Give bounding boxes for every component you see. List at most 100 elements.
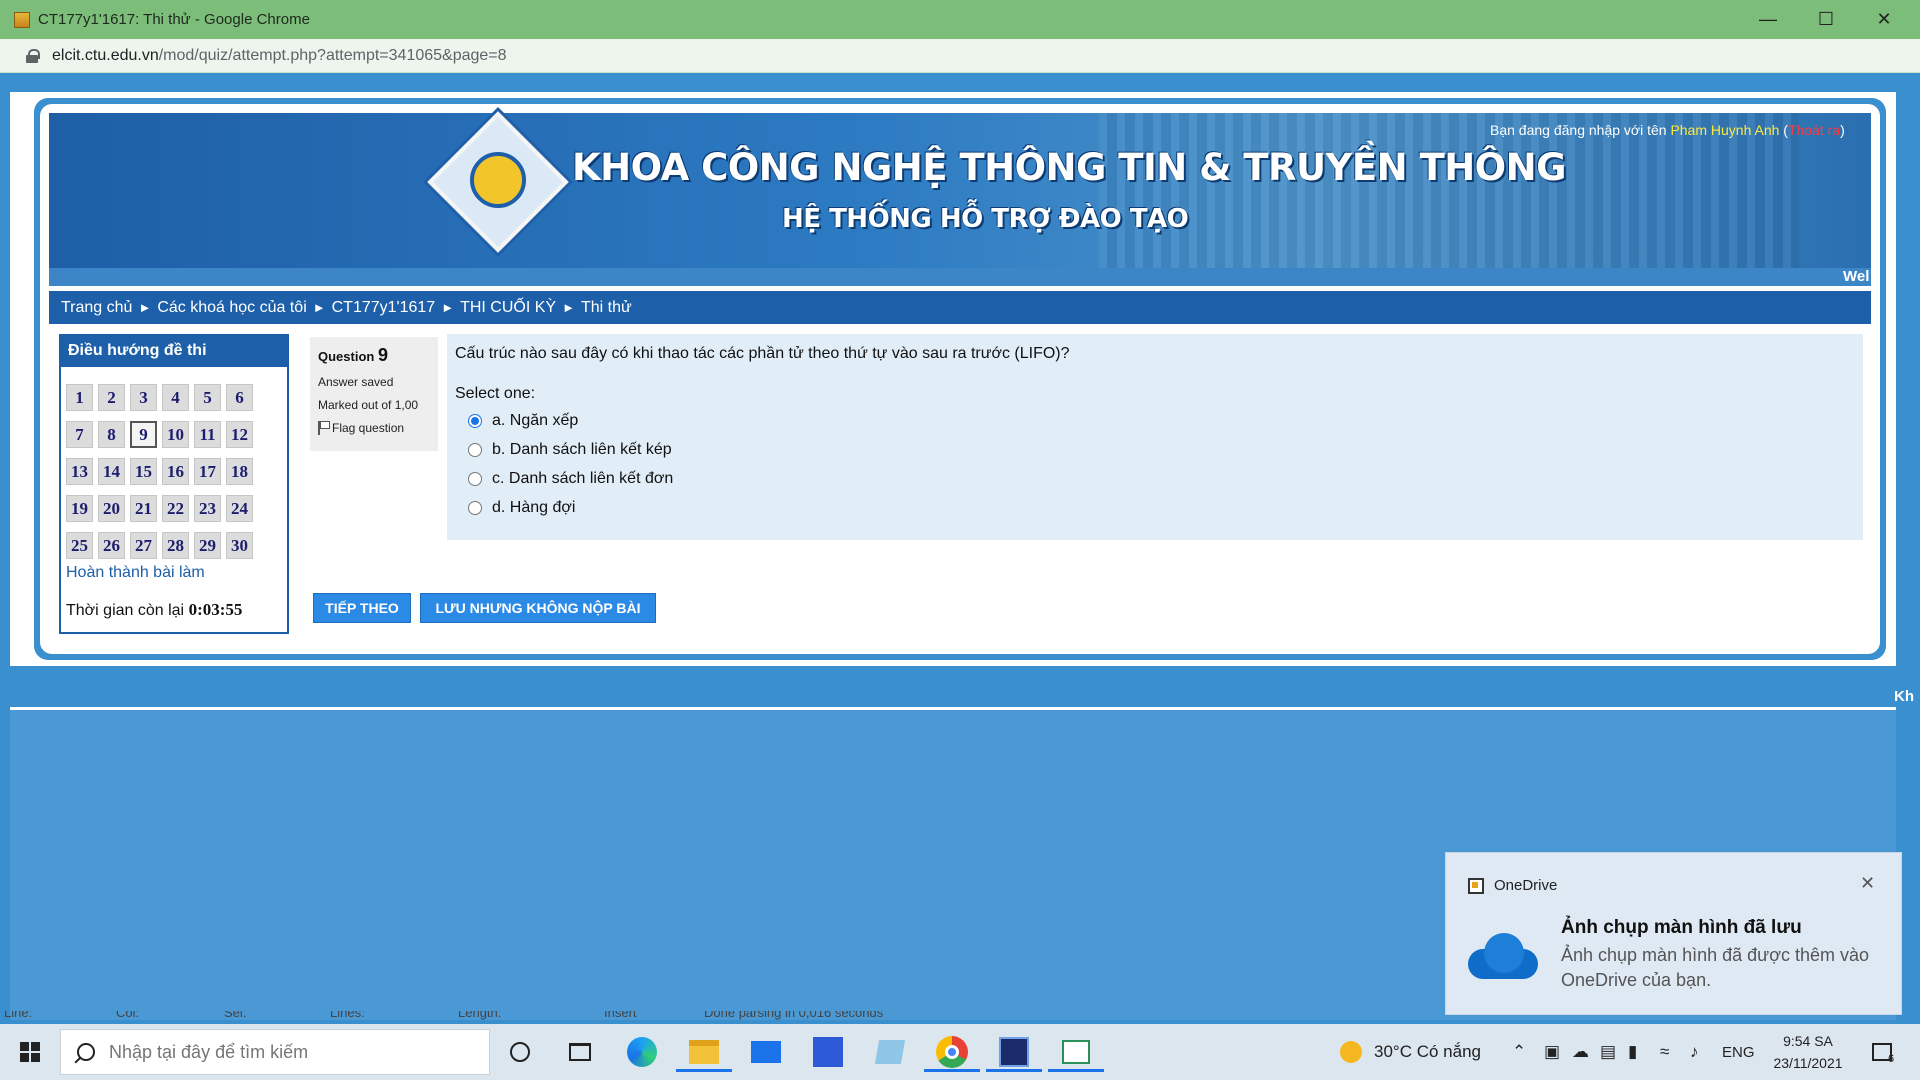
volume-icon[interactable]: ♪ xyxy=(1690,1024,1699,1080)
question-nav-button[interactable]: 21 xyxy=(130,495,157,522)
notification-center-icon[interactable]: 6 xyxy=(1872,1024,1894,1080)
system-clock[interactable]: 9:54 SA 23/11/2021 xyxy=(1763,1030,1853,1074)
banner-decoration xyxy=(1099,113,1799,283)
question-nav-button[interactable]: 17 xyxy=(194,458,221,485)
status-sel: Sel: xyxy=(224,1011,247,1020)
question-nav-button[interactable]: 14 xyxy=(98,458,125,485)
login-user-link[interactable]: Pham Huynh Anh xyxy=(1670,122,1779,138)
notification-close-icon[interactable]: ✕ xyxy=(1860,873,1875,894)
taskbar-search[interactable] xyxy=(60,1029,490,1075)
question-nav-button[interactable]: 7 xyxy=(66,421,93,448)
question-nav-button[interactable]: 28 xyxy=(162,532,189,559)
weather-widget[interactable]: 30°C Có nắng xyxy=(1340,1024,1481,1080)
answer-option[interactable]: d. Hàng đợi xyxy=(455,496,1855,519)
question-nav-button[interactable]: 2 xyxy=(98,384,125,411)
answer-option[interactable]: a. Ngăn xếp xyxy=(455,409,1855,432)
app-window-icon[interactable] xyxy=(1048,1032,1104,1072)
flag-question-label[interactable]: Flag question xyxy=(332,421,404,435)
question-nav-button[interactable]: 15 xyxy=(130,458,157,485)
wifi-icon[interactable]: ≈ xyxy=(1660,1024,1669,1080)
banner-marquee-text: Wel xyxy=(1843,268,1870,285)
question-nav-button[interactable]: 6 xyxy=(226,384,253,411)
question-nav-button[interactable]: 8 xyxy=(98,421,125,448)
close-icon[interactable]: ✕ xyxy=(1856,0,1912,39)
answer-radio[interactable] xyxy=(468,442,482,457)
dev-cpp-icon[interactable] xyxy=(986,1032,1042,1072)
meet-now-icon[interactable]: ▣ xyxy=(1544,1024,1560,1080)
answer-radio[interactable] xyxy=(468,500,482,515)
lock-icon[interactable] xyxy=(26,48,40,63)
url-text[interactable]: elcit.ctu.edu.vn/mod/quiz/attempt.php?at… xyxy=(52,47,507,65)
file-explorer-icon[interactable] xyxy=(676,1032,732,1072)
flag-question-toggle[interactable]: Flag question xyxy=(318,421,430,435)
minimize-icon[interactable]: — xyxy=(1740,0,1796,39)
question-nav-button[interactable]: 19 xyxy=(66,495,93,522)
language-indicator[interactable]: ENG xyxy=(1722,1024,1755,1080)
answer-label[interactable]: a. Ngăn xếp xyxy=(492,412,578,430)
flag-icon[interactable] xyxy=(318,421,330,435)
answer-label[interactable]: d. Hàng đợi xyxy=(492,499,575,517)
display-tray-icon[interactable]: ▤ xyxy=(1600,1024,1616,1080)
login-info: Bạn đang đăng nhập với tên Pham Huynh An… xyxy=(1490,122,1845,138)
maximize-icon[interactable]: ☐ xyxy=(1798,0,1854,39)
notepad-icon[interactable] xyxy=(870,1032,910,1072)
search-icon[interactable] xyxy=(77,1043,95,1061)
question-nav-button[interactable]: 20 xyxy=(98,495,125,522)
breadcrumb-item-my-courses[interactable]: Các khoá học của tôi xyxy=(157,299,306,317)
breadcrumb-item-home[interactable]: Trang chủ xyxy=(61,299,132,317)
answer-radio[interactable] xyxy=(468,413,482,428)
question-nav-button[interactable]: 11 xyxy=(194,421,221,448)
question-nav-button[interactable]: 12 xyxy=(226,421,253,448)
save-without-submit-button[interactable]: LƯU NHƯNG KHÔNG NỘP BÀI xyxy=(420,593,656,623)
taskbar-search-input[interactable] xyxy=(109,1041,469,1063)
weather-text: 30°C Có nắng xyxy=(1374,1042,1481,1061)
finish-attempt-link[interactable]: Hoàn thành bài làm xyxy=(66,564,205,582)
question-nav-button[interactable]: 10 xyxy=(162,421,189,448)
question-nav-button[interactable]: 4 xyxy=(162,384,189,411)
answer-option[interactable]: b. Danh sách liên kết kép xyxy=(455,438,1855,461)
question-nav-button[interactable]: 16 xyxy=(162,458,189,485)
visual-studio-icon[interactable] xyxy=(808,1032,848,1072)
edge-icon[interactable] xyxy=(622,1032,662,1072)
onedrive-tray-icon[interactable]: ☁ xyxy=(1572,1024,1589,1080)
status-parse: Done parsing in 0,016 seconds xyxy=(704,1011,884,1020)
question-nav-button[interactable]: 25 xyxy=(66,532,93,559)
question-nav-button[interactable]: 5 xyxy=(194,384,221,411)
next-page-button[interactable]: TIẾP THEO xyxy=(313,593,411,623)
answer-label[interactable]: b. Danh sách liên kết kép xyxy=(492,441,672,459)
quiz-navigation-block: Điều hướng đề thi 1 2 3 4 5 6 7 8 9 10 11 12 13 14 15 1… xyxy=(59,334,289,634)
question-nav-button[interactable]: 13 xyxy=(66,458,93,485)
question-number: Question 9 xyxy=(318,345,388,365)
background-app-statusbar: Line: Col: Sel: Lines: Length: Insert Do… xyxy=(0,1011,1440,1021)
question-nav-button[interactable]: 3 xyxy=(130,384,157,411)
windows-taskbar: 30°C Có nắng ⌃ ▣ ☁ ▤ ▮ ≈ ♪ ENG 9:54 SA 2… xyxy=(0,1024,1920,1080)
mail-icon[interactable] xyxy=(746,1032,786,1072)
answer-radio[interactable] xyxy=(468,471,482,486)
breadcrumb-item-section[interactable]: THI CUỐI KỲ xyxy=(460,299,556,317)
question-nav-button[interactable]: 18 xyxy=(226,458,253,485)
question-nav-button[interactable]: 29 xyxy=(194,532,221,559)
question-nav-button[interactable]: 1 xyxy=(66,384,93,411)
answer-label[interactable]: c. Danh sách liên kết đơn xyxy=(492,470,673,488)
onedrive-app-icon xyxy=(1468,878,1484,894)
question-nav-button[interactable]: 24 xyxy=(226,495,253,522)
start-button[interactable] xyxy=(0,1024,60,1080)
breadcrumb-item-course[interactable]: CT177y1'1617 xyxy=(332,299,436,317)
question-nav-button[interactable]: 30 xyxy=(226,532,253,559)
windows-logo-icon[interactable] xyxy=(20,1042,40,1062)
task-view-icon[interactable] xyxy=(560,1032,600,1072)
question-nav-button[interactable]: 27 xyxy=(130,532,157,559)
tray-chevron-icon[interactable]: ⌃ xyxy=(1512,1024,1526,1080)
question-nav-button[interactable]: 23 xyxy=(194,495,221,522)
onedrive-notification[interactable]: OneDrive ✕ Ảnh chụp màn hình đã lưu Ảnh … xyxy=(1445,852,1902,1015)
question-nav-button[interactable]: 9 xyxy=(130,421,157,448)
question-nav-button[interactable]: 26 xyxy=(98,532,125,559)
breadcrumb-item-quiz[interactable]: Thi thử xyxy=(581,299,632,317)
question-nav-button[interactable]: 22 xyxy=(162,495,189,522)
cortana-icon[interactable] xyxy=(500,1032,540,1072)
logout-link[interactable]: Thoát ra xyxy=(1788,122,1840,138)
chrome-icon[interactable] xyxy=(924,1032,980,1072)
battery-icon[interactable]: ▮ xyxy=(1628,1024,1637,1080)
address-bar[interactable]: elcit.ctu.edu.vn/mod/quiz/attempt.php?at… xyxy=(0,39,1920,73)
answer-option[interactable]: c. Danh sách liên kết đơn xyxy=(455,467,1855,490)
